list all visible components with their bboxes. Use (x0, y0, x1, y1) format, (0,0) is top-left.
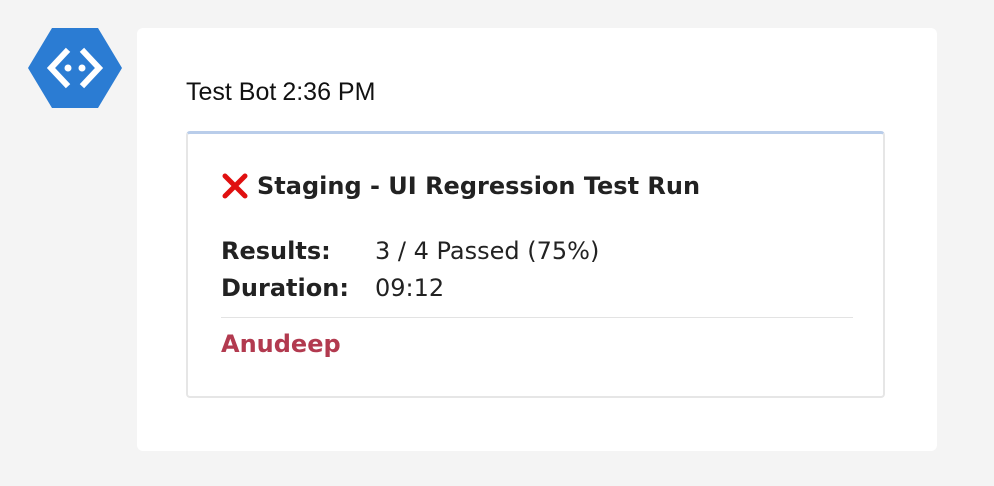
bot-hexagon-icon (28, 28, 122, 108)
author-name: Anudeep (221, 330, 341, 358)
fact-row-duration: Duration: 09:12 (221, 269, 599, 306)
fact-value: 3 / 4 Passed (75%) (375, 236, 600, 265)
message-header: Test Bot 2:36 PM (186, 78, 375, 107)
card-title: Staging - UI Regression Test Run (221, 172, 700, 200)
message-timestamp: 2:36 PM (282, 78, 376, 106)
fact-value: 09:12 (375, 273, 445, 302)
test-run-card: Staging - UI Regression Test Run Results… (186, 131, 885, 398)
card-divider (221, 317, 853, 318)
message-bubble: Test Bot 2:36 PM Staging - UI Regression … (137, 28, 937, 451)
fact-key: Duration: (221, 273, 349, 302)
fact-key: Results: (221, 236, 331, 265)
red-x-icon (222, 173, 248, 199)
bot-avatar (28, 28, 122, 108)
card-title-text: Staging - UI Regression Test Run (257, 172, 701, 200)
fact-set: Results: 3 / 4 Passed (75%) Duration: 09… (221, 232, 599, 306)
fact-row-results: Results: 3 / 4 Passed (75%) (221, 232, 599, 269)
sender-name: Test Bot (186, 78, 277, 106)
